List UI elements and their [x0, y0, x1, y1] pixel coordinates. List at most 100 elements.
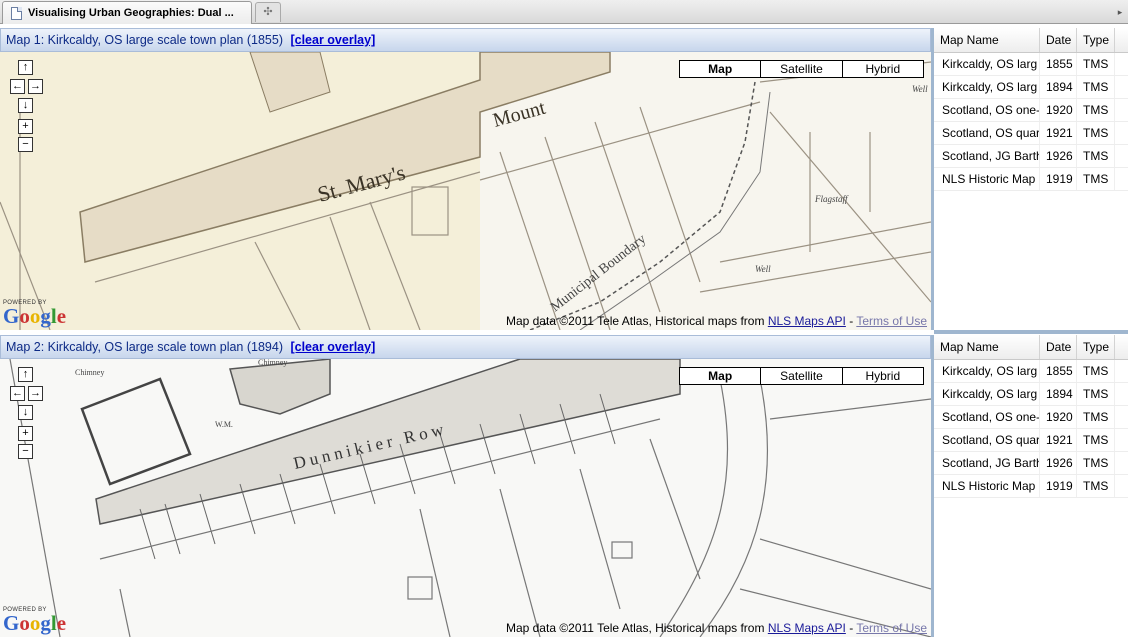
table-row[interactable]: Kirkcaldy, OS larg 1855 TMS: [934, 360, 1128, 383]
zoom-in-button[interactable]: +: [18, 426, 33, 441]
table-row[interactable]: NLS Historic Map 1919 TMS: [934, 168, 1128, 191]
cell-type: TMS: [1077, 168, 1115, 190]
table-row[interactable]: Scotland, OS quar 1921 TMS: [934, 429, 1128, 452]
table-body-1: Kirkcaldy, OS larg 1855 TMS Kirkcaldy, OS l…: [934, 53, 1128, 191]
map1-well-label: Well: [755, 264, 771, 274]
map-type-map-button[interactable]: Map: [680, 61, 760, 77]
table-header: Map Name Date Type: [934, 335, 1128, 360]
map2-wm-label: W.M.: [215, 420, 233, 429]
pan-up-button[interactable]: ↑: [18, 60, 33, 75]
google-wordmark: Google: [3, 304, 67, 328]
nls-maps-api-link[interactable]: NLS Maps API: [768, 314, 846, 328]
google-logo[interactable]: POWERED BY Google: [3, 300, 67, 328]
cell-map-name: Scotland, JG Barth: [934, 145, 1040, 167]
map-type-hybrid-button[interactable]: Hybrid: [841, 61, 923, 77]
cell-type: TMS: [1077, 383, 1115, 405]
map-type-map-button[interactable]: Map: [680, 368, 760, 384]
map-title-1: Map 1: Kirkcaldy, OS large scale town pl…: [6, 33, 283, 47]
attribution-separator: -: [845, 314, 857, 328]
cell-map-name: Kirkcaldy, OS larg: [934, 76, 1040, 98]
cell-date: 1921: [1040, 429, 1077, 451]
clear-overlay-link-1[interactable]: [clear overlay]: [290, 33, 375, 47]
table-row[interactable]: Scotland, JG Barth 1926 TMS: [934, 452, 1128, 475]
browser-tab-bar: Visualising Urban Geographies: Dual ... …: [0, 0, 1128, 24]
cell-date: 1894: [1040, 383, 1077, 405]
terms-of-use-link[interactable]: Terms of Use: [856, 314, 927, 328]
cell-map-name: Kirkcaldy, OS larg: [934, 383, 1040, 405]
cell-date: 1855: [1040, 360, 1077, 382]
side-divider: [934, 330, 1128, 334]
cell-map-name: Scotland, OS quar: [934, 122, 1040, 144]
cell-date: 1894: [1040, 76, 1077, 98]
pan-left-button[interactable]: ←: [10, 79, 25, 94]
cell-map-name: Kirkcaldy, OS larg: [934, 53, 1040, 75]
google-wordmark: Google: [3, 611, 67, 635]
pan-up-button[interactable]: ↑: [18, 367, 33, 382]
map-type-satellite-button[interactable]: Satellite: [760, 368, 841, 384]
table-body-2: Kirkcaldy, OS larg 1855 TMS Kirkcaldy, OS l…: [934, 360, 1128, 498]
table-row[interactable]: NLS Historic Map 1919 TMS: [934, 475, 1128, 498]
table-row[interactable]: Kirkcaldy, OS larg 1894 TMS: [934, 383, 1128, 406]
new-tab-button[interactable]: ✣: [255, 2, 281, 22]
nls-maps-api-link[interactable]: NLS Maps API: [768, 621, 846, 635]
pan-right-button[interactable]: →: [28, 386, 43, 401]
table-row[interactable]: Scotland, OS one- 1920 TMS: [934, 99, 1128, 122]
pan-right-button[interactable]: →: [28, 79, 43, 94]
pan-down-button[interactable]: ↓: [18, 405, 33, 420]
pan-down-button[interactable]: ↓: [18, 98, 33, 113]
cell-map-name: Scotland, OS one-: [934, 406, 1040, 428]
map-panel-1: Map 1: Kirkcaldy, OS large scale town pl…: [0, 28, 934, 330]
cell-date: 1919: [1040, 475, 1077, 497]
column-header-type[interactable]: Type: [1077, 28, 1115, 52]
map-type-satellite-button[interactable]: Satellite: [760, 61, 841, 77]
browser-tab[interactable]: Visualising Urban Geographies: Dual ...: [2, 1, 252, 24]
map-attribution-1: Map data ©2011 Tele Atlas, Historical ma…: [506, 314, 927, 328]
document-icon: [11, 6, 22, 20]
table-row[interactable]: Kirkcaldy, OS larg 1894 TMS: [934, 76, 1128, 99]
map-header-2: Map 2: Kirkcaldy, OS large scale town pl…: [0, 335, 931, 359]
cell-type: TMS: [1077, 76, 1115, 98]
map2-chimney-label: Chimney: [75, 368, 104, 377]
cell-date: 1919: [1040, 168, 1077, 190]
map-type-control-2: Map Satellite Hybrid: [679, 367, 924, 385]
cell-type: TMS: [1077, 360, 1115, 382]
table-row[interactable]: Scotland, JG Barth 1926 TMS: [934, 145, 1128, 168]
attribution-text: Map data ©2011 Tele Atlas, Historical ma…: [505, 621, 768, 635]
map-view-2[interactable]: Dunnikier Row Chimney Chimney W.M. ↑ ← →…: [0, 359, 931, 637]
attribution-text: Map data ©2011 Tele Atlas, Historical ma…: [505, 314, 768, 328]
google-logo[interactable]: POWERED BY Google: [3, 607, 67, 635]
pan-left-button[interactable]: ←: [10, 386, 25, 401]
column-header-map-name[interactable]: Map Name: [934, 335, 1040, 359]
table-header: Map Name Date Type: [934, 28, 1128, 53]
map-view-1[interactable]: St. Mary's Mount Municipal Boundary Flag…: [0, 52, 931, 330]
zoom-in-button[interactable]: +: [18, 119, 33, 134]
cell-type: TMS: [1077, 53, 1115, 75]
column-header-map-name[interactable]: Map Name: [934, 28, 1040, 52]
map-type-control-1: Map Satellite Hybrid: [679, 60, 924, 78]
map-type-hybrid-button[interactable]: Hybrid: [841, 368, 923, 384]
cell-map-name: Scotland, JG Barth: [934, 452, 1040, 474]
map-panel-2: Map 2: Kirkcaldy, OS large scale town pl…: [0, 335, 934, 637]
column-header-date[interactable]: Date: [1040, 28, 1077, 52]
cell-type: TMS: [1077, 429, 1115, 451]
map-header-1: Map 1: Kirkcaldy, OS large scale town pl…: [0, 28, 931, 52]
table-row[interactable]: Scotland, OS quar 1921 TMS: [934, 122, 1128, 145]
terms-of-use-link[interactable]: Terms of Use: [856, 621, 927, 635]
cell-date: 1920: [1040, 406, 1077, 428]
cell-date: 1926: [1040, 145, 1077, 167]
table-row[interactable]: Kirkcaldy, OS larg 1855 TMS: [934, 53, 1128, 76]
historic-map-1: St. Mary's Mount Municipal Boundary Flag…: [0, 52, 931, 330]
column-header-date[interactable]: Date: [1040, 335, 1077, 359]
zoom-out-button[interactable]: −: [18, 444, 33, 459]
cell-date: 1855: [1040, 53, 1077, 75]
cell-date: 1920: [1040, 99, 1077, 121]
historic-map-2: Dunnikier Row Chimney Chimney W.M.: [0, 359, 931, 637]
cell-date: 1926: [1040, 452, 1077, 474]
column-header-type[interactable]: Type: [1077, 335, 1115, 359]
cell-type: TMS: [1077, 99, 1115, 121]
cell-map-name: Scotland, OS quar: [934, 429, 1040, 451]
table-row[interactable]: Scotland, OS one- 1920 TMS: [934, 406, 1128, 429]
zoom-out-button[interactable]: −: [18, 137, 33, 152]
tab-list-icon[interactable]: ▸: [1114, 4, 1126, 20]
clear-overlay-link-2[interactable]: [clear overlay]: [290, 340, 375, 354]
